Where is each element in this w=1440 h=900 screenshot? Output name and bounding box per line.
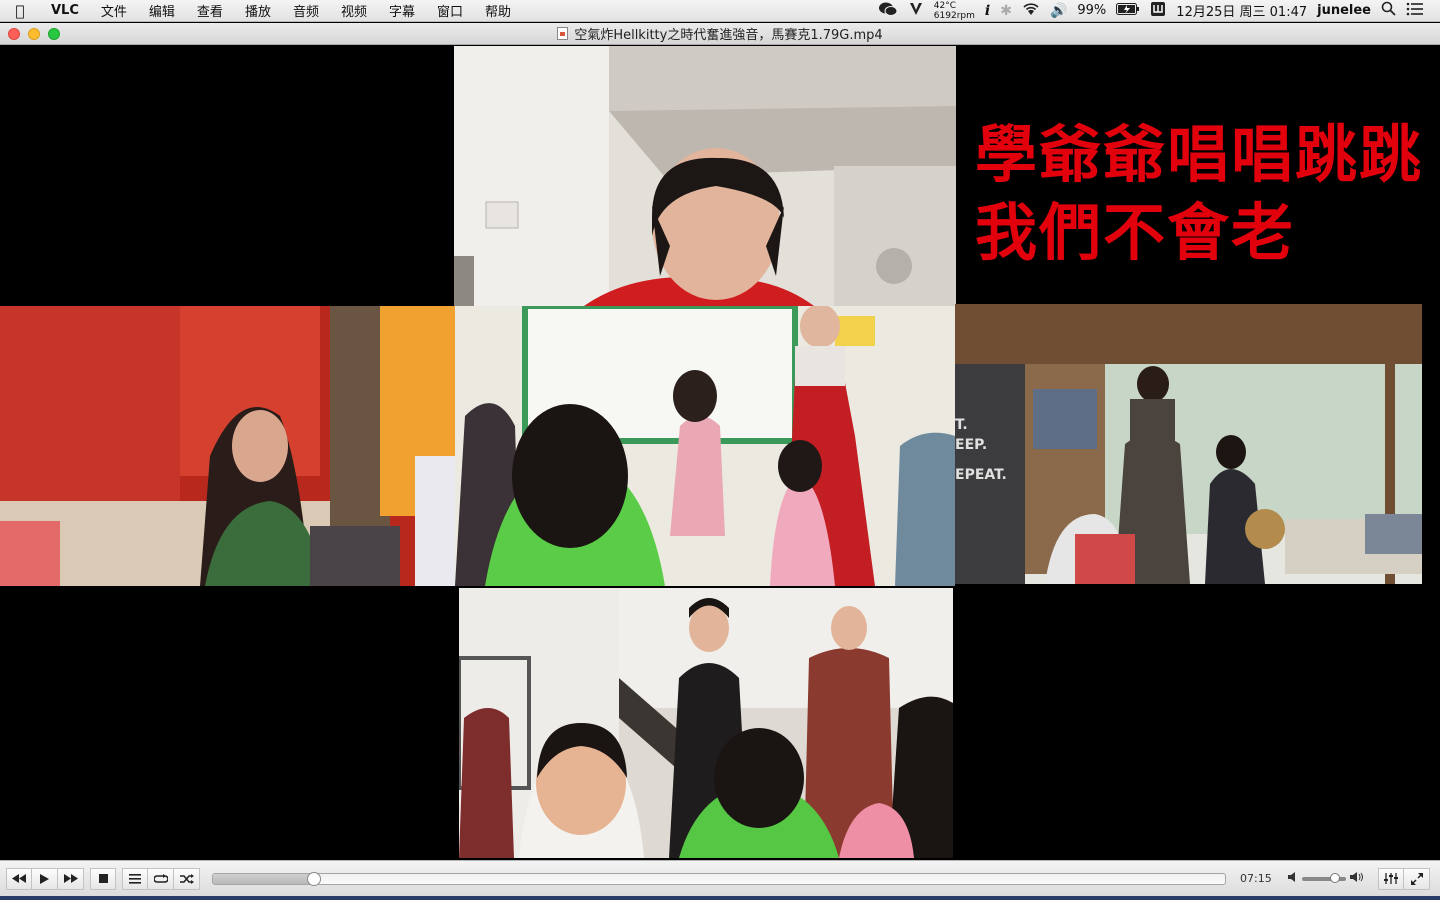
minimize-window-button[interactable] [28, 28, 40, 40]
menu-video[interactable]: 视频 [330, 1, 378, 20]
menu-bar:  VLC 文件 编辑 查看 播放 音频 视频 字幕 窗口 帮助 42°C 61… [0, 0, 1440, 22]
elapsed-time[interactable]: 07:15 [1240, 872, 1272, 885]
volume-slider-handle[interactable] [1330, 872, 1340, 883]
playback-controls: 07:15 [0, 860, 1440, 896]
svg-text:EPEAT.: EPEAT. [955, 467, 1007, 483]
menu-subtitle[interactable]: 字幕 [378, 1, 426, 20]
video-tile-middle-right: T. EEP. EPEAT. [955, 304, 1422, 584]
window-title-bar[interactable]: 空氣炸Hellkitty之時代奮進強音，馬賽克1.79G.mp4 [0, 23, 1440, 45]
fullscreen-button[interactable] [1404, 867, 1430, 890]
video-tile-top [454, 46, 956, 306]
vivaldi-icon[interactable] [908, 1, 924, 21]
stop-button[interactable] [90, 867, 116, 890]
caption-line-1: 學爺爺唱唱跳跳 [975, 118, 1424, 191]
extras-group [1378, 867, 1430, 890]
seek-bar-progress [213, 873, 315, 884]
close-window-button[interactable] [8, 28, 20, 40]
stop-group [90, 867, 116, 890]
svg-text:T.: T. [955, 417, 968, 433]
clock[interactable]: 12月25日 周三 01:47 [1176, 1, 1307, 20]
volume-low-icon[interactable] [1288, 872, 1298, 885]
window-title: 空氣炸Hellkitty之時代奮進強音，馬賽克1.79G.mp4 [574, 28, 883, 43]
transport-group [6, 867, 84, 890]
notification-center-icon[interactable] [1406, 2, 1424, 20]
repeat-button[interactable] [148, 867, 174, 890]
zoom-window-button[interactable] [48, 28, 60, 40]
menu-view[interactable]: 查看 [186, 1, 234, 20]
apple-menu-icon[interactable]:  [0, 2, 40, 20]
playlist-group [122, 867, 200, 890]
volume-high-icon[interactable] [1350, 872, 1364, 885]
wifi-icon[interactable] [1022, 2, 1040, 20]
caption-line-2: 我們不會老 [975, 196, 1296, 269]
video-tile-middle-center [455, 306, 955, 586]
effects-button[interactable] [1378, 867, 1404, 890]
menu-window[interactable]: 窗口 [426, 1, 474, 20]
menu-audio[interactable]: 音频 [282, 1, 330, 20]
seek-bar[interactable] [212, 871, 1226, 886]
menu-help[interactable]: 帮助 [474, 1, 522, 20]
video-tile-middle-left [0, 306, 455, 586]
svg-text:EEP.: EEP. [955, 437, 987, 453]
play-button[interactable] [32, 867, 58, 890]
input-method-icon[interactable] [1150, 1, 1166, 21]
menu-file[interactable]: 文件 [90, 1, 138, 20]
status-area: 42°C 6192rpm i ✱ 🔊 99% 12月25日 周三 01:47 j… [878, 0, 1440, 22]
document-icon [557, 27, 569, 40]
fast-forward-button[interactable] [58, 867, 84, 890]
user-name[interactable]: junelee [1317, 3, 1371, 18]
playlist-button[interactable] [122, 867, 148, 890]
window-bottom-edge [0, 896, 1440, 900]
menu-edit[interactable]: 编辑 [138, 1, 186, 20]
rewind-button[interactable] [6, 867, 32, 890]
battery-icon[interactable] [1116, 2, 1140, 19]
info-icon[interactable]: i [985, 3, 990, 19]
temperature-readout[interactable]: 42°C 6192rpm [934, 1, 975, 21]
video-tile-bottom [459, 588, 953, 858]
fan-speed-value: 6192rpm [933, 10, 975, 21]
window-controls [8, 28, 60, 40]
bluetooth-icon[interactable]: ✱ [1000, 3, 1012, 19]
battery-percent: 99% [1077, 3, 1107, 18]
menu-playback[interactable]: 播放 [234, 1, 282, 20]
spotlight-search-icon[interactable] [1381, 1, 1396, 20]
volume-slider[interactable] [1302, 872, 1346, 883]
shuffle-button[interactable] [174, 867, 200, 890]
volume-control [1288, 872, 1364, 885]
video-canvas[interactable]: 學爺爺唱唱跳跳 我們不會老 T. EEP. EPEAT. [0, 46, 1440, 860]
seek-bar-handle[interactable] [307, 871, 322, 886]
temperature-value: 42°C [933, 0, 957, 11]
wechat-icon[interactable] [878, 1, 898, 21]
volume-status-icon[interactable]: 🔊 [1050, 3, 1067, 19]
video-caption: 學爺爺唱唱跳跳 我們不會老 [975, 116, 1423, 272]
menu-vlc[interactable]: VLC [40, 3, 90, 18]
